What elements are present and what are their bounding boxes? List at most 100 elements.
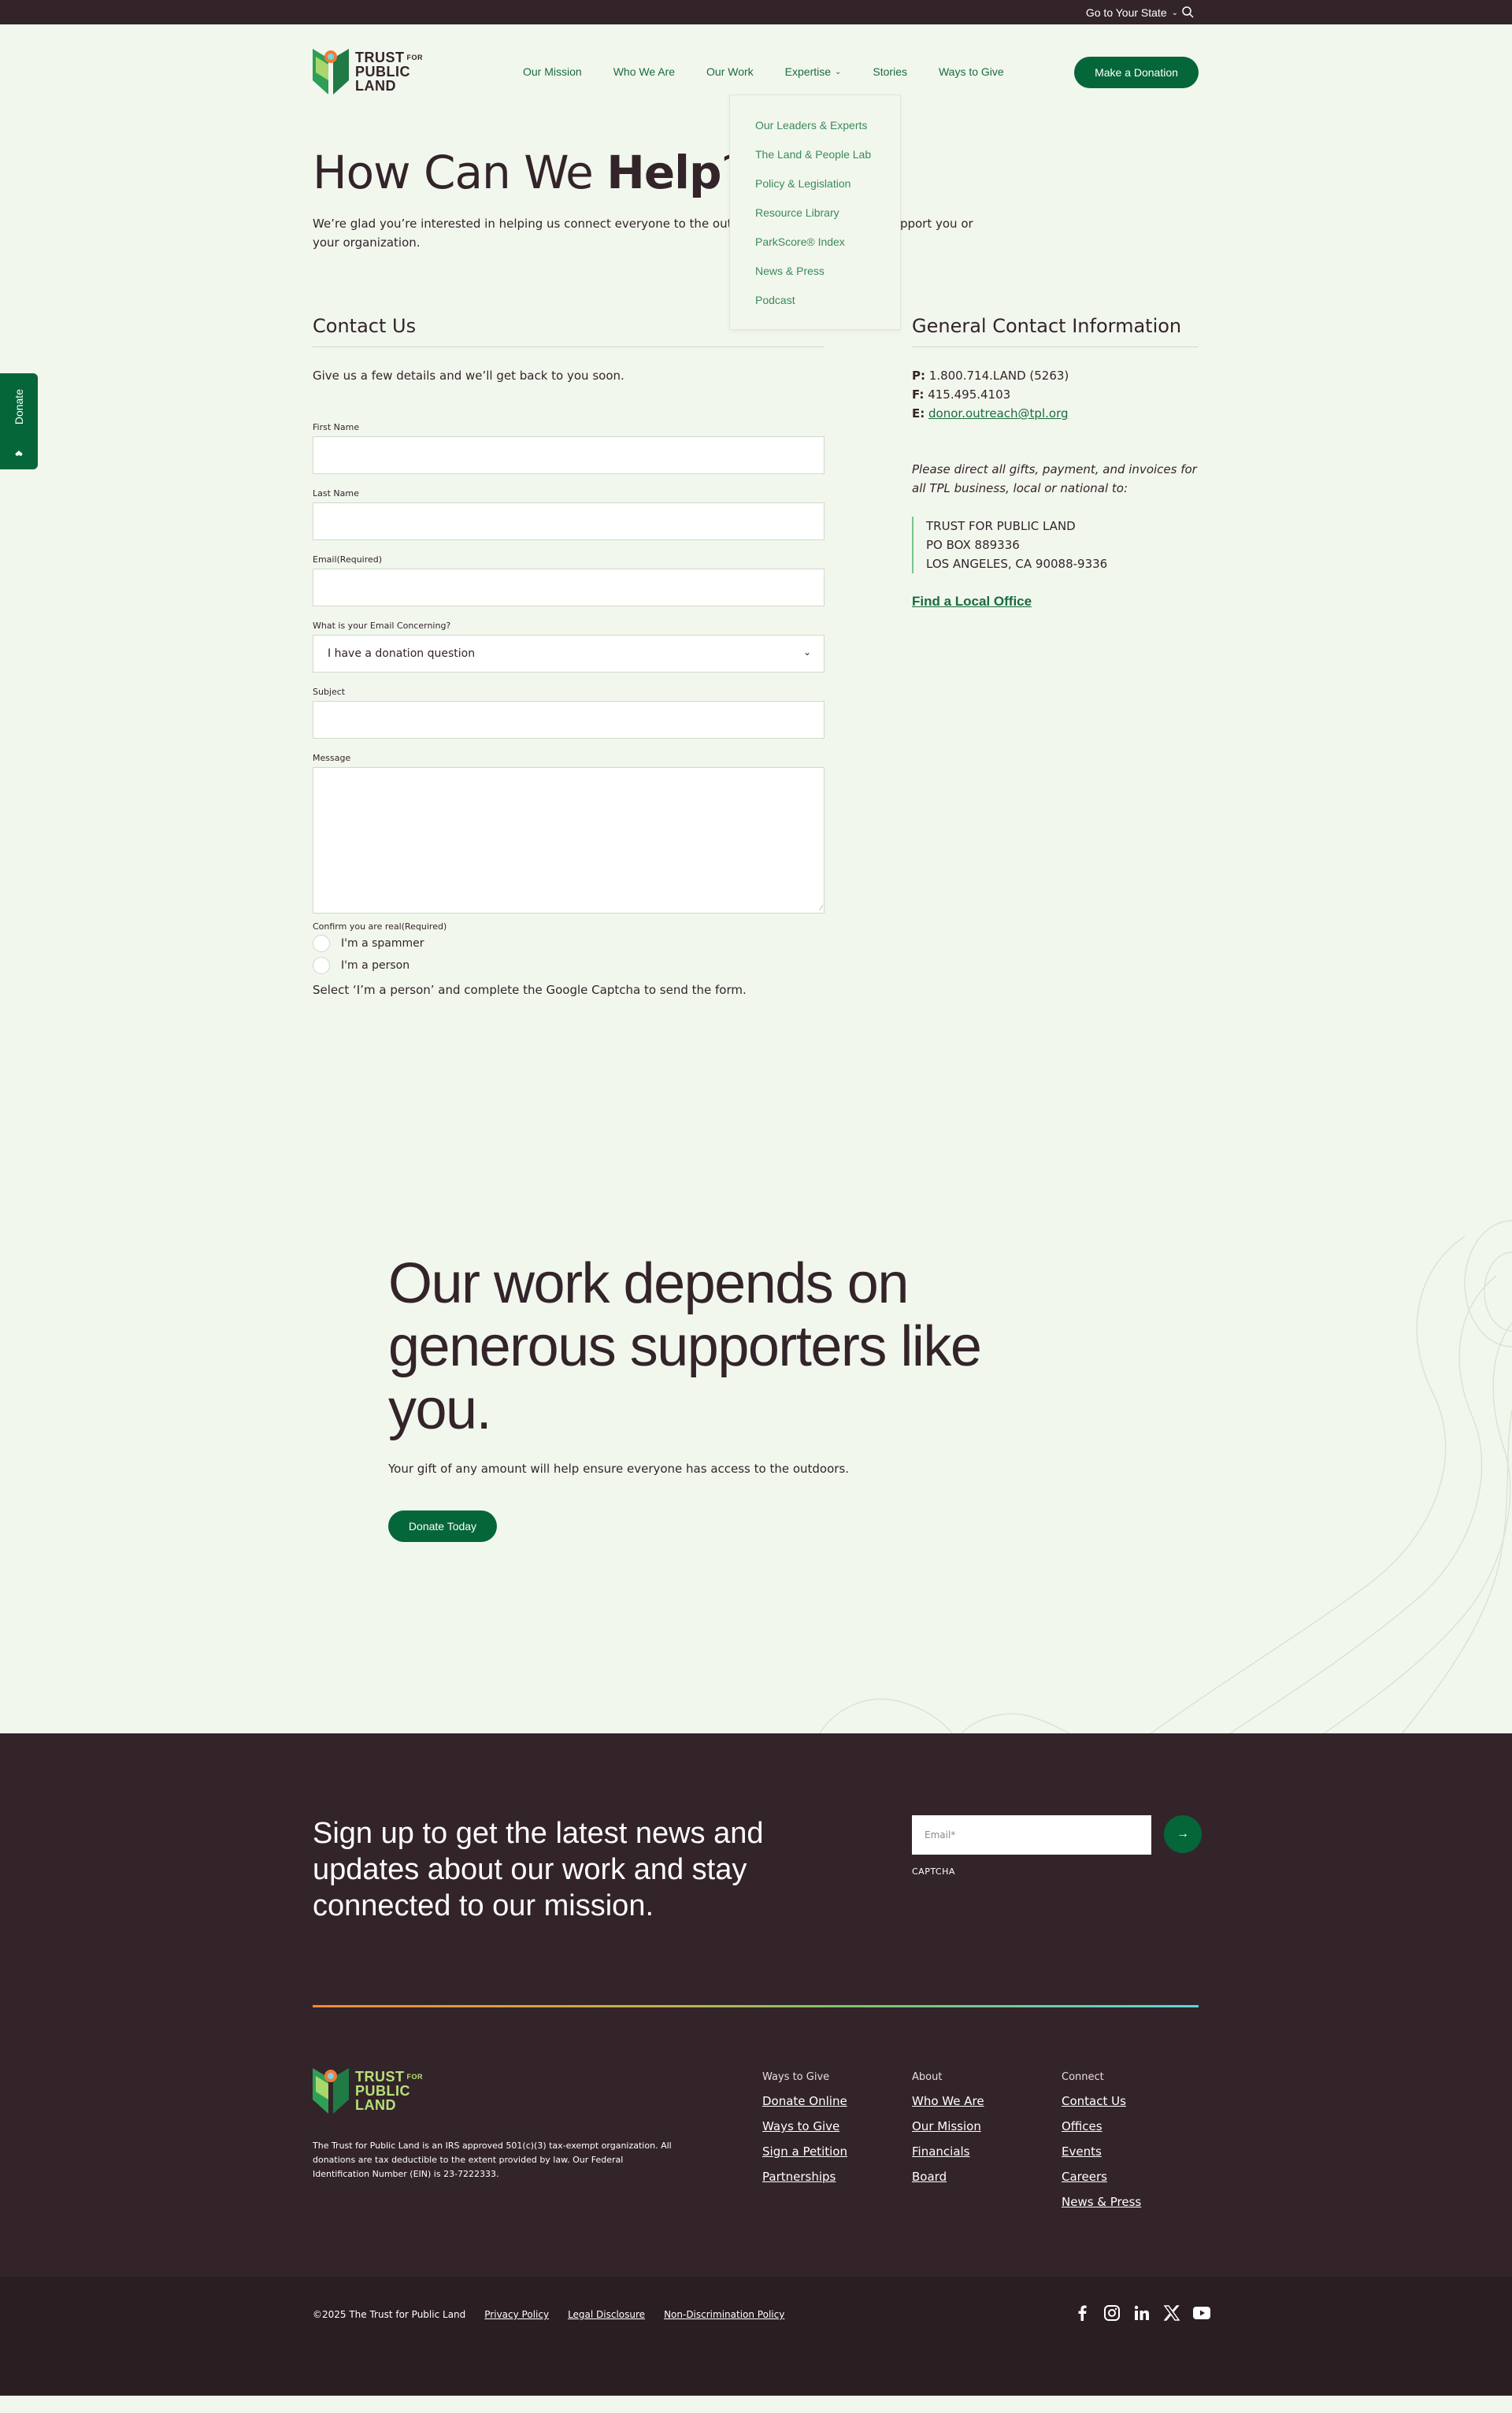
dropdown-item-resources[interactable]: Resource Library	[755, 206, 839, 219]
first-name-field[interactable]	[313, 436, 825, 474]
arrow-right-icon: →	[1177, 1827, 1189, 1840]
x-icon[interactable]	[1163, 2304, 1180, 2322]
newsletter-heading: Sign up to get the latest news and updat…	[313, 1817, 764, 1922]
utility-bar: Go to Your State ⌄	[0, 0, 1512, 24]
chevron-down-icon: ⌄	[835, 67, 842, 76]
footer-link[interactable]: Contact Us	[1062, 2094, 1141, 2108]
email-line: E: donor.outreach@tpl.org	[912, 406, 1069, 421]
contact-info-heading: General Contact Information	[912, 315, 1182, 337]
footer-link[interactable]: Partnerships	[762, 2170, 847, 2184]
side-donate-label: Donate	[13, 389, 25, 425]
dropdown-item-news[interactable]: News & Press	[755, 265, 825, 277]
footer-link[interactable]: Financials	[912, 2144, 984, 2159]
dropdown-item-leaders[interactable]: Our Leaders & Experts	[755, 119, 867, 132]
main-nav: Our Mission Who We Are Our Work Expertis…	[523, 65, 1004, 78]
footer-link[interactable]: Offices	[1062, 2119, 1141, 2133]
form-subtitle: Give us a few details and we’ll get back…	[313, 369, 624, 383]
find-local-office-link[interactable]: Find a Local Office	[912, 594, 1032, 610]
heart-icon: ❤	[13, 447, 24, 458]
footer-link[interactable]: Board	[912, 2170, 984, 2184]
nav-our-mission[interactable]: Our Mission	[523, 65, 582, 78]
radio-circle[interactable]	[313, 957, 330, 974]
footer-link[interactable]: Ways to Give	[762, 2119, 847, 2133]
social-links	[1073, 2304, 1210, 2322]
dropdown-item-lab[interactable]: The Land & People Lab	[755, 148, 871, 161]
footer-link[interactable]: Donate Online	[762, 2094, 847, 2108]
newsletter-email-input[interactable]: Email*	[912, 1815, 1151, 1855]
message-textarea[interactable]: ∕	[313, 767, 825, 914]
chevron-down-icon: ⌄	[802, 647, 811, 658]
footer-link[interactable]: Our Mission	[912, 2119, 984, 2133]
last-name-field[interactable]	[313, 502, 825, 540]
state-selector[interactable]: Go to Your State ⌄	[1086, 6, 1178, 19]
nav-ways-to-give[interactable]: Ways to Give	[939, 65, 1004, 78]
side-donate-tab[interactable]: Donate ❤	[0, 373, 38, 469]
subject-field[interactable]	[313, 701, 825, 739]
radio-spammer-label: I'm a spammer	[341, 937, 424, 950]
facebook-icon[interactable]	[1073, 2304, 1091, 2322]
radio-person[interactable]: I'm a person	[313, 957, 410, 974]
search-icon[interactable]	[1181, 6, 1194, 18]
radio-circle[interactable]	[313, 935, 330, 952]
nav-expertise-label: Expertise	[784, 65, 832, 78]
footer-col-ways-to-give: Ways to Give Donate Online Ways to Give …	[762, 2071, 847, 2184]
logo-wordmark: TRUST FOR PUBLIC LAND	[355, 50, 423, 94]
legal-row: ©2025 The Trust for Public Land Privacy …	[313, 2309, 784, 2320]
footer-link[interactable]: Events	[1062, 2144, 1141, 2159]
state-selector-label: Go to Your State	[1085, 6, 1167, 19]
email-label: Email(Required)	[313, 554, 383, 565]
privacy-policy-link[interactable]: Privacy Policy	[484, 2309, 549, 2320]
youtube-icon[interactable]	[1193, 2304, 1210, 2322]
concern-label: What is your Email Concerning?	[313, 621, 451, 631]
gradient-divider	[313, 2005, 1199, 2007]
radio-person-label: I'm a person	[341, 959, 410, 972]
nav-our-work[interactable]: Our Work	[706, 65, 754, 78]
concern-select[interactable]: I have a donation question ⌄	[313, 635, 825, 673]
make-donation-button[interactable]: Make a Donation	[1074, 57, 1199, 88]
email-link[interactable]: donor.outreach@tpl.org	[928, 406, 1068, 421]
instagram-icon[interactable]	[1103, 2304, 1121, 2322]
email-field[interactable]	[313, 569, 825, 606]
contact-us-heading: Contact Us	[313, 315, 417, 337]
logo-wordmark: TRUST FOR PUBLIC LAND	[355, 2069, 423, 2113]
copyright: ©2025 The Trust for Public Land	[313, 2309, 466, 2320]
newsletter-submit-button[interactable]: →	[1164, 1815, 1202, 1853]
subject-label: Subject	[313, 687, 346, 697]
dropdown-item-parkscore[interactable]: ParkScore® Index	[755, 235, 845, 248]
contact-details: P: 1.800.714.LAND (5263) F: 415.495.4103…	[912, 366, 1069, 423]
support-text: Your gift of any amount will help ensure…	[388, 1462, 850, 1476]
nav-who-we-are[interactable]: Who We Are	[613, 65, 675, 78]
mailing-address: TRUST FOR PUBLIC LAND PO BOX 889336 LOS …	[912, 517, 1107, 573]
concern-select-value: I have a donation question	[328, 647, 476, 660]
logo-mark-icon	[313, 49, 349, 95]
resize-handle-icon[interactable]: ∕	[821, 904, 822, 913]
non-discrimination-link[interactable]: Non-Discrimination Policy	[664, 2309, 784, 2320]
footer-col-connect: Connect Contact Us Offices Events Career…	[1062, 2071, 1142, 2209]
phone-line: P: 1.800.714.LAND (5263)	[912, 369, 1069, 383]
site-logo[interactable]: TRUST FOR PUBLIC LAND	[313, 49, 423, 95]
nav-expertise[interactable]: Expertise ⌄	[785, 65, 842, 78]
footer-link[interactable]: Sign a Petition	[762, 2144, 847, 2159]
bottom-bar	[0, 2277, 1512, 2396]
footer-logo[interactable]: TRUST FOR PUBLIC LAND	[313, 2068, 423, 2114]
footer-link[interactable]: News & Press	[1062, 2195, 1141, 2209]
linkedin-icon[interactable]	[1133, 2304, 1151, 2322]
confirm-label: Confirm you are real(Required)	[313, 921, 447, 932]
dropdown-item-podcast[interactable]: Podcast	[755, 294, 795, 306]
dropdown-item-policy[interactable]: Policy & Legislation	[755, 177, 850, 190]
donate-today-button[interactable]: Donate Today	[388, 1510, 497, 1542]
chevron-down-icon: ⌄	[1171, 8, 1178, 17]
page-title: How Can We Help?	[313, 146, 745, 199]
legal-disclosure-link[interactable]: Legal Disclosure	[568, 2309, 645, 2320]
fax-line: F: 415.495.4103	[912, 387, 1011, 402]
nav-stories[interactable]: Stories	[873, 65, 907, 78]
first-name-label: First Name	[313, 422, 360, 432]
footer-description: The Trust for Public Land is an IRS appr…	[313, 2141, 672, 2179]
radio-spammer[interactable]: I'm a spammer	[313, 935, 424, 952]
footer-link[interactable]: Who We Are	[912, 2094, 984, 2108]
mailing-note: Please direct all gifts, payment, and in…	[912, 462, 1197, 495]
support-heading: Our work depends on generous supporters …	[388, 1252, 982, 1441]
footer-link[interactable]: Careers	[1062, 2170, 1141, 2184]
logo-mark-icon	[313, 2068, 349, 2114]
footer-col-about: About Who We Are Our Mission Financials …	[912, 2071, 984, 2184]
